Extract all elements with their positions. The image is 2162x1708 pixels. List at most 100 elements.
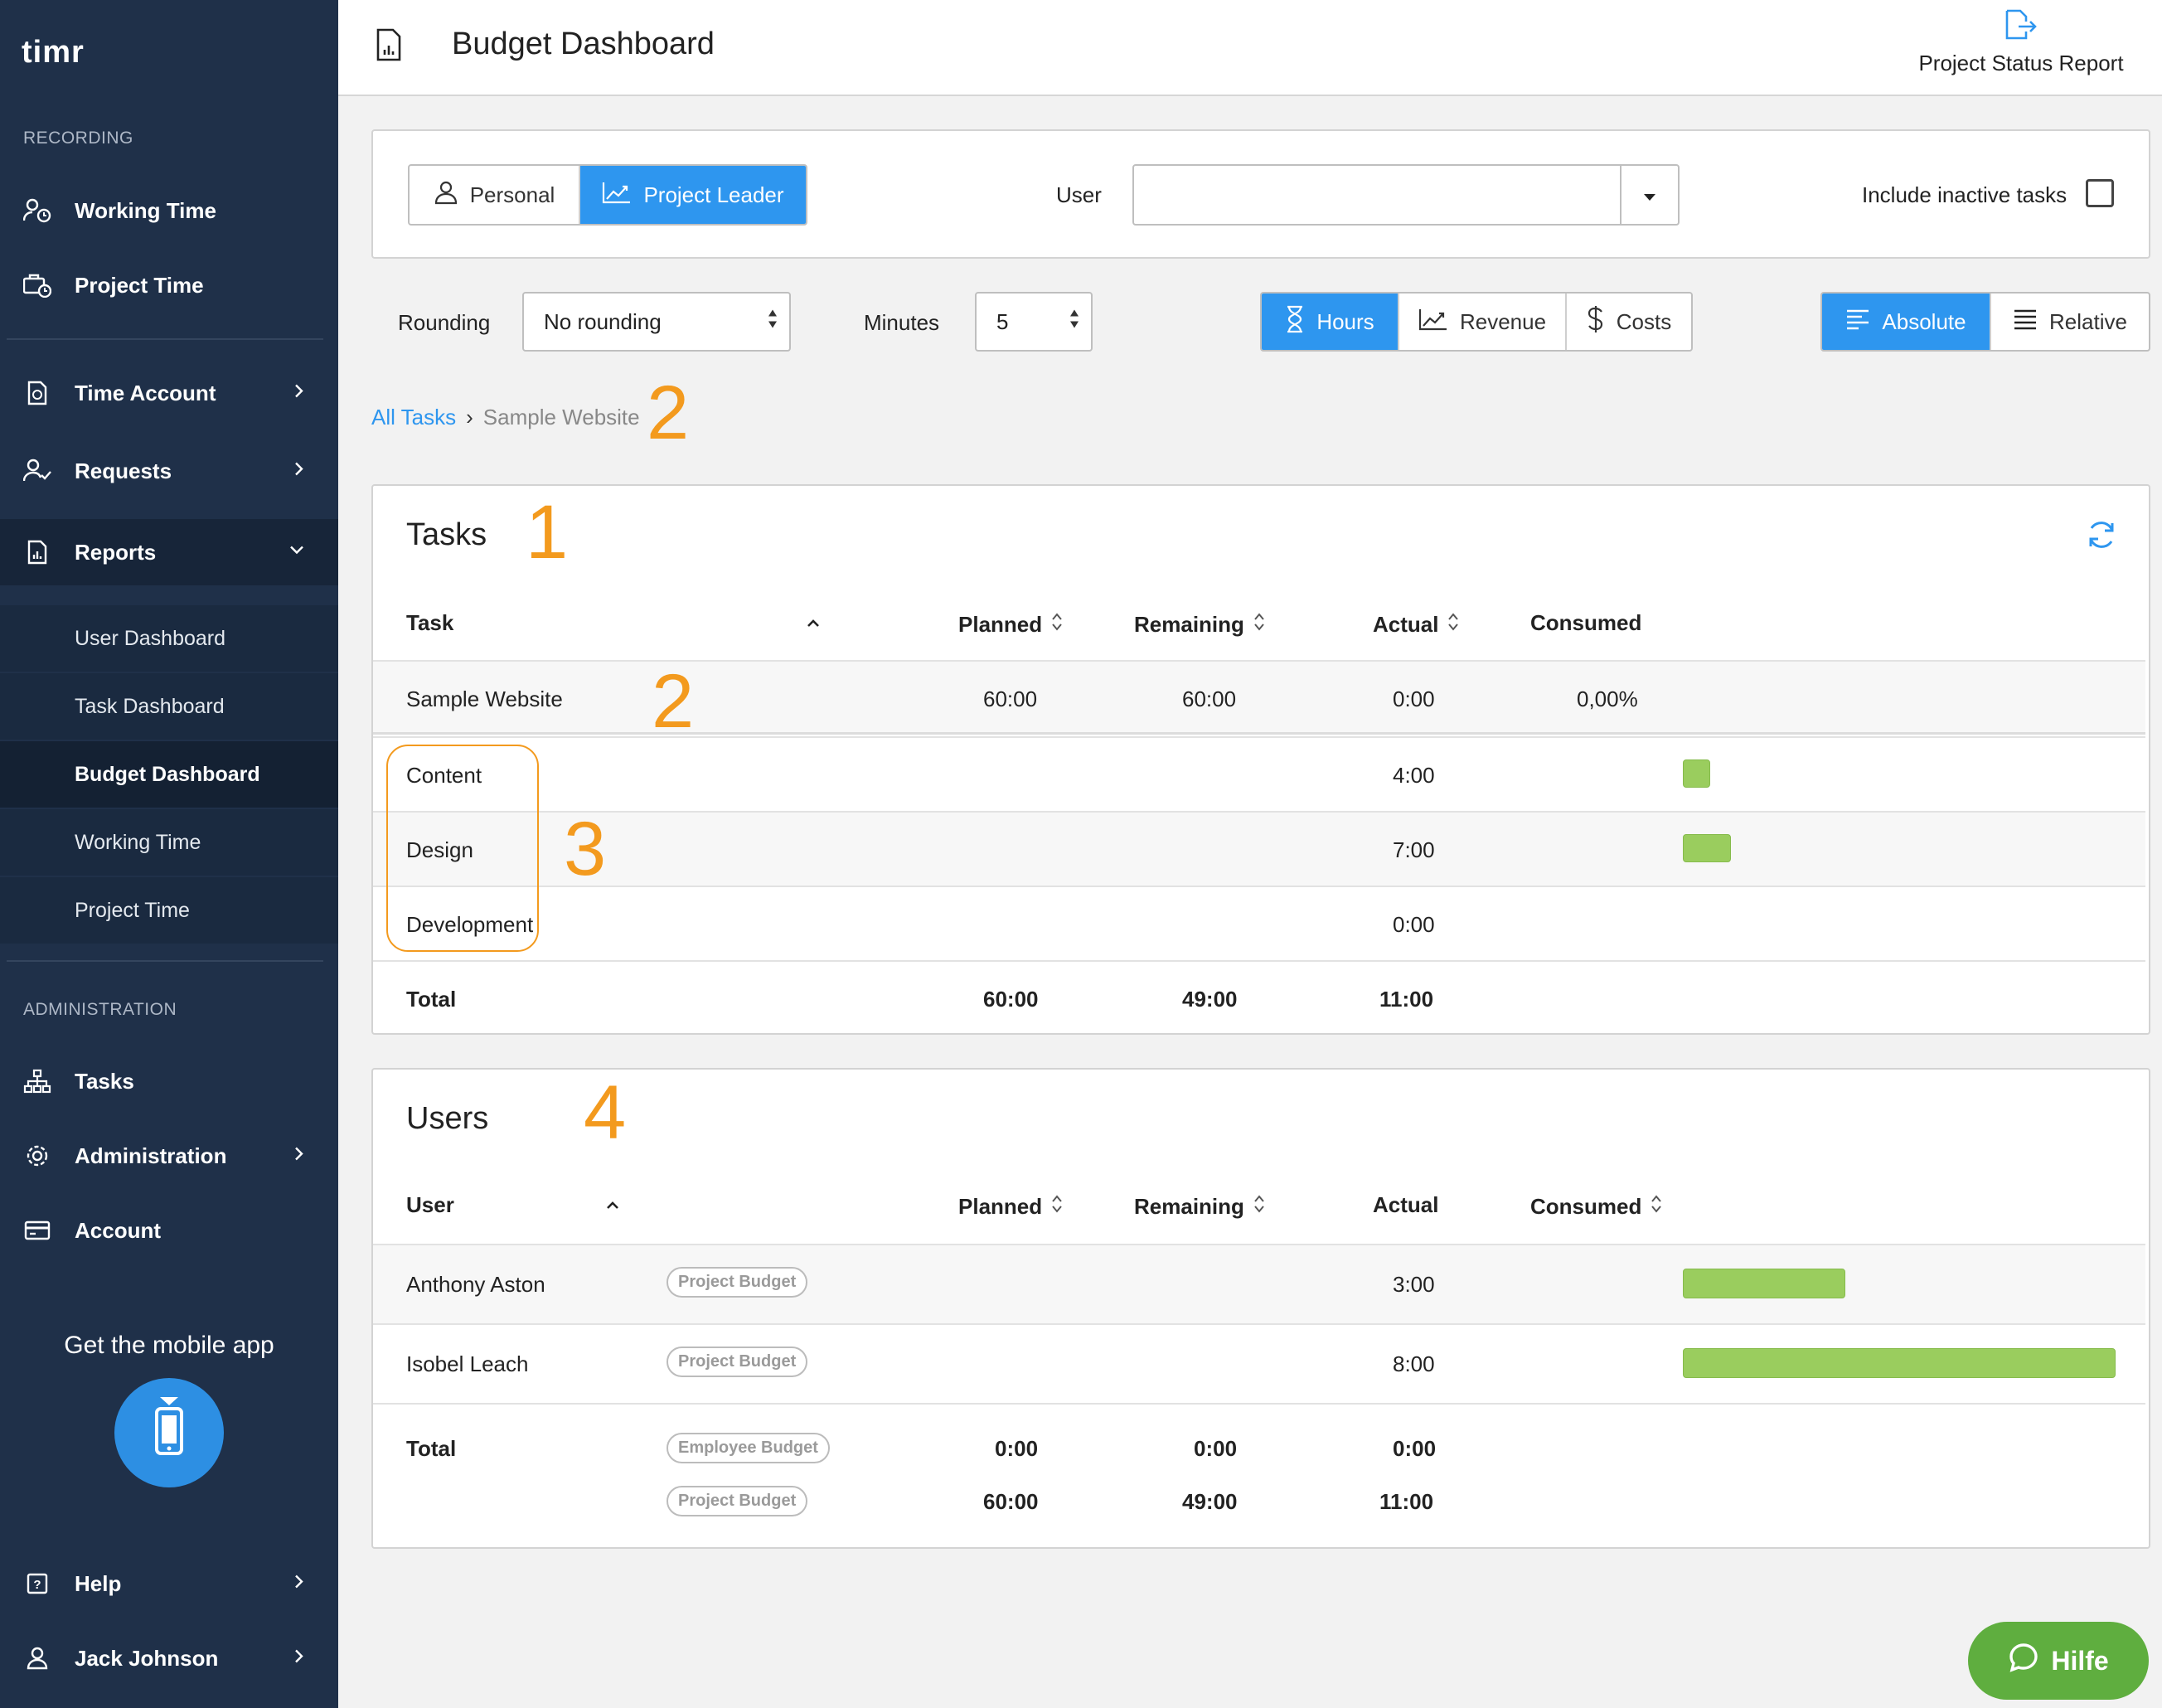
refresh-icon[interactable] <box>2086 519 2117 555</box>
section-recording: RECORDING <box>23 129 133 148</box>
user-icon <box>23 1644 51 1672</box>
col-user-label: User <box>406 1192 454 1217</box>
col-remaining-label: Remaining <box>1134 1194 1244 1219</box>
help-chat-button[interactable]: Hilfe <box>1968 1622 2149 1700</box>
page-title: Budget Dashboard <box>452 27 715 61</box>
sidebar-subitem-working-time[interactable]: Working Time <box>0 809 338 876</box>
user-select[interactable] <box>1132 164 1680 226</box>
total-remaining: 49:00 <box>1182 987 1238 1012</box>
col-user[interactable]: User <box>406 1192 454 1218</box>
col-consumed[interactable]: Consumed <box>1530 1192 1663 1221</box>
revenue-option[interactable]: Revenue <box>1399 294 1567 350</box>
col-consumed-label: Consumed <box>1530 610 1642 635</box>
breadcrumb: All Tasks › Sample Website <box>371 405 640 430</box>
col-actual[interactable]: Actual <box>1373 610 1460 639</box>
col-actual-label: Actual <box>1373 612 1439 637</box>
col-planned-label: Planned <box>958 612 1043 637</box>
user-name: Anthony Aston <box>406 1272 545 1297</box>
breadcrumb-all-tasks[interactable]: All Tasks <box>371 405 456 430</box>
sort-both-icon <box>1050 1192 1064 1221</box>
smartphone-icon <box>148 1394 190 1473</box>
costs-label: Costs <box>1616 308 1672 334</box>
sort-asc-icon[interactable] <box>605 1199 620 1214</box>
sidebar-subitem-user-dashboard[interactable]: User Dashboard <box>0 605 338 672</box>
sort-asc-icon[interactable] <box>806 617 821 632</box>
table-row-parent-task[interactable]: Sample Website 60:00 60:00 0:00 0,00% <box>373 660 2145 735</box>
col-consumed: Consumed <box>1530 610 1641 636</box>
sidebar-label: Jack Johnson <box>75 1645 219 1671</box>
sidebar-item-user-profile[interactable]: Jack Johnson <box>0 1625 338 1691</box>
revenue-label: Revenue <box>1459 308 1547 334</box>
mobile-app-button[interactable] <box>114 1378 224 1487</box>
sidebar-label: Task Dashboard <box>75 694 225 718</box>
task-actual: 7:00 <box>1393 837 1435 862</box>
sidebar-divider <box>7 960 323 962</box>
col-remaining[interactable]: Remaining <box>1134 610 1266 639</box>
consumed-bar <box>1683 834 1731 862</box>
sidebar-item-requests[interactable]: Requests <box>0 438 338 504</box>
table-row-total: Total 60:00 49:00 11:00 <box>373 960 2145 1035</box>
minutes-select[interactable]: 5 <box>975 292 1093 352</box>
sidebar-item-time-account[interactable]: Time Account <box>0 360 338 426</box>
absolute-label: Absolute <box>1882 308 1966 334</box>
sidebar-item-tasks[interactable]: Tasks <box>0 1048 338 1114</box>
task-actual: 4:00 <box>1393 763 1435 788</box>
costs-option[interactable]: Costs <box>1567 294 1691 350</box>
user-select-toggle[interactable] <box>1620 166 1678 224</box>
sidebar-subitem-task-dashboard[interactable]: Task Dashboard <box>0 673 338 740</box>
sidebar-item-administration[interactable]: Administration <box>0 1123 338 1189</box>
relative-option[interactable]: Relative <box>1991 294 2149 350</box>
task-name[interactable]: Sample Website <box>406 687 563 712</box>
project-actual: 11:00 <box>1379 1489 1434 1514</box>
chart-line-icon <box>602 181 632 210</box>
include-inactive-checkbox[interactable] <box>2086 179 2114 207</box>
user-clock-icon <box>23 197 51 225</box>
personal-option[interactable]: Personal <box>410 166 580 224</box>
rounding-select[interactable]: No rounding <box>522 292 791 352</box>
chevron-right-icon <box>293 461 305 482</box>
chevron-right-icon <box>293 1648 305 1669</box>
sidebar-label: Working Time <box>75 197 216 223</box>
employee-actual: 0:00 <box>1393 1436 1437 1461</box>
sidebar-item-working-time[interactable]: Working Time <box>0 177 338 244</box>
sidebar-label: Working Time <box>75 830 201 854</box>
timr-logo[interactable]: timr <box>22 25 96 76</box>
align-left-icon <box>1845 308 1870 336</box>
sidebar-item-help[interactable]: ? Help <box>0 1550 338 1617</box>
sidebar-item-project-time[interactable]: Project Time <box>0 252 338 318</box>
annotation-4: 4 <box>584 1070 627 1155</box>
table-row[interactable]: Anthony Aston Project Budget 3:00 <box>373 1244 2145 1323</box>
breadcrumb-separator: › <box>466 405 473 429</box>
col-planned[interactable]: Planned <box>958 1192 1064 1221</box>
tasks-card: Tasks 1 Task Planned Remaining Actual Co… <box>371 484 2150 1035</box>
sidebar-label: Reports <box>75 539 157 565</box>
section-administration: ADMINISTRATION <box>23 1000 177 1019</box>
total-label: Total <box>406 987 457 1012</box>
col-task[interactable]: Task <box>406 610 453 636</box>
col-planned[interactable]: Planned <box>958 610 1064 639</box>
credit-card-icon <box>23 1216 51 1245</box>
table-row[interactable]: Isobel Leach Project Budget 8:00 <box>373 1323 2145 1403</box>
sidebar-item-account[interactable]: Account <box>0 1197 338 1264</box>
hourglass-icon <box>1285 305 1305 339</box>
table-row[interactable]: Design 7:00 <box>373 811 2145 886</box>
project-status-report-button[interactable]: Project Status Report <box>1913 8 2129 76</box>
table-row[interactable]: Development 0:00 <box>373 886 2145 960</box>
col-remaining[interactable]: Remaining <box>1134 1192 1266 1221</box>
sidebar-label: Tasks <box>75 1068 134 1094</box>
hierarchy-icon <box>23 1067 51 1095</box>
table-row[interactable]: Content 4:00 <box>373 736 2145 811</box>
hours-option[interactable]: Hours <box>1262 294 1399 350</box>
chevron-down-icon <box>288 545 305 560</box>
sidebar-item-reports[interactable]: Reports <box>0 519 338 585</box>
sidebar-divider <box>7 338 323 340</box>
project-leader-option[interactable]: Project Leader <box>580 166 806 224</box>
absolute-option[interactable]: Absolute <box>1822 294 1991 350</box>
user-name: Isobel Leach <box>406 1351 529 1376</box>
col-consumed-label: Consumed <box>1530 1194 1642 1219</box>
task-planned: 60:00 <box>983 687 1038 711</box>
minutes-label: Minutes <box>864 310 940 335</box>
chart-line-icon <box>1418 308 1448 337</box>
sidebar-subitem-budget-dashboard[interactable]: Budget Dashboard <box>0 741 338 808</box>
sidebar-subitem-project-time[interactable]: Project Time <box>0 877 338 944</box>
